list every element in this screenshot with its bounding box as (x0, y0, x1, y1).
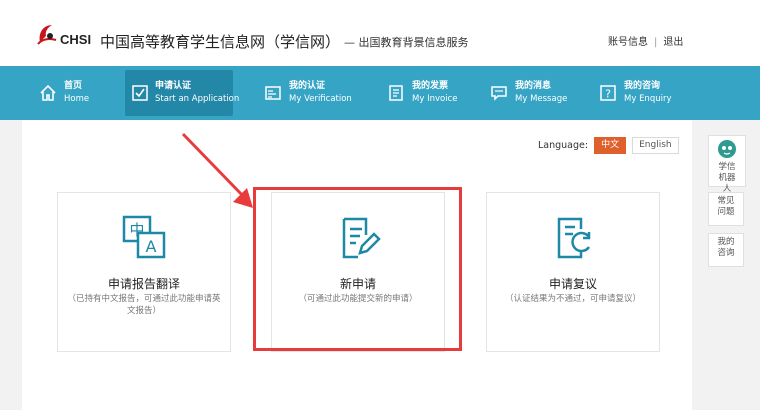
nav-apply-en: Start an Application (155, 94, 240, 104)
language-label: Language: (538, 140, 589, 151)
nav-item-message[interactable]: 我的消息 My Message (489, 70, 567, 116)
nav-invoice-cn: 我的发票 (412, 81, 449, 91)
reconsideration-icon (557, 217, 591, 259)
site-subtitle: — 出国教育背景信息服务 (344, 36, 469, 49)
account-links: 账号信息 | 退出 (608, 33, 683, 48)
top-header: CHSI 中国高等教育学生信息网（学信网） — 出国教育背景信息服务 账号信息 |… (0, 0, 760, 66)
nav-invoice-en: My Invoice (412, 94, 458, 104)
nav-verification-en: My Verification (289, 94, 352, 104)
home-icon (38, 83, 58, 103)
card-description: （已持有中文报告，可通过此功能申请英文报告） (67, 294, 221, 316)
site-title: 中国高等教育学生信息网（学信网） (100, 33, 341, 51)
invoice-icon (386, 83, 406, 103)
enquiry-icon: ? (598, 83, 618, 103)
sidebar-enquiry-label: 我的咨询 (717, 237, 735, 258)
nav-message-en: My Message (515, 94, 568, 104)
nav-item-enquiry[interactable]: ? 我的咨询 My Enquiry (598, 70, 672, 116)
nav-home-en: Home (64, 94, 90, 104)
logo-text[interactable]: CHSI (60, 32, 91, 47)
logout-link[interactable]: 退出 (663, 37, 683, 48)
language-option-english[interactable]: English (632, 137, 679, 154)
svg-text:A: A (146, 237, 157, 256)
language-option-chinese[interactable]: 中文 (594, 137, 627, 154)
language-switcher: Language: 中文 English (538, 137, 679, 154)
nav-home-cn: 首页 (64, 81, 83, 91)
nav-item-invoice[interactable]: 我的发票 My Invoice (386, 70, 457, 116)
nav-enquiry-en: My Enquiry (624, 94, 672, 104)
sidebar-robot-label: 学信机器人 (718, 162, 736, 194)
sidebar-faq[interactable]: 常见问题 (708, 192, 744, 226)
sidebar-my-enquiry[interactable]: 我的咨询 (708, 233, 744, 267)
robot-icon (718, 140, 736, 158)
chsi-logo-icon (37, 25, 57, 45)
verification-icon (263, 83, 283, 103)
nav-message-cn: 我的消息 (515, 81, 552, 91)
apply-icon (131, 83, 149, 103)
message-icon (489, 83, 509, 103)
nav-item-verification[interactable]: 我的认证 My Verification (263, 70, 352, 116)
sidebar-faq-label: 常见问题 (717, 196, 735, 217)
highlight-box (253, 187, 462, 351)
annotation-arrow-icon (181, 132, 253, 208)
nav-item-apply[interactable]: 申请认证 Start an Application (125, 70, 239, 116)
nav-enquiry-cn: 我的咨询 (624, 81, 661, 91)
svg-text:?: ? (605, 88, 611, 101)
main-nav: 首页 Home 申请认证 Start an Application 我的认证 My V… (0, 66, 760, 120)
translate-icon: 中 A (122, 215, 166, 259)
divider: | (654, 37, 658, 48)
card-description: （认证结果为不通过，可申请复议） (504, 294, 641, 304)
card-reconsideration[interactable]: 申请复议 （认证结果为不通过，可申请复议） (486, 192, 660, 352)
account-info-link[interactable]: 账号信息 (608, 37, 648, 48)
sidebar-robot[interactable]: 学信机器人 (708, 135, 746, 194)
card-title: 申请复议 (548, 277, 597, 291)
card-title: 申请报告翻译 (107, 277, 180, 291)
nav-item-home[interactable]: 首页 Home (38, 70, 89, 116)
nav-apply-cn: 申请认证 (155, 81, 192, 91)
nav-verification-cn: 我的认证 (289, 81, 326, 91)
